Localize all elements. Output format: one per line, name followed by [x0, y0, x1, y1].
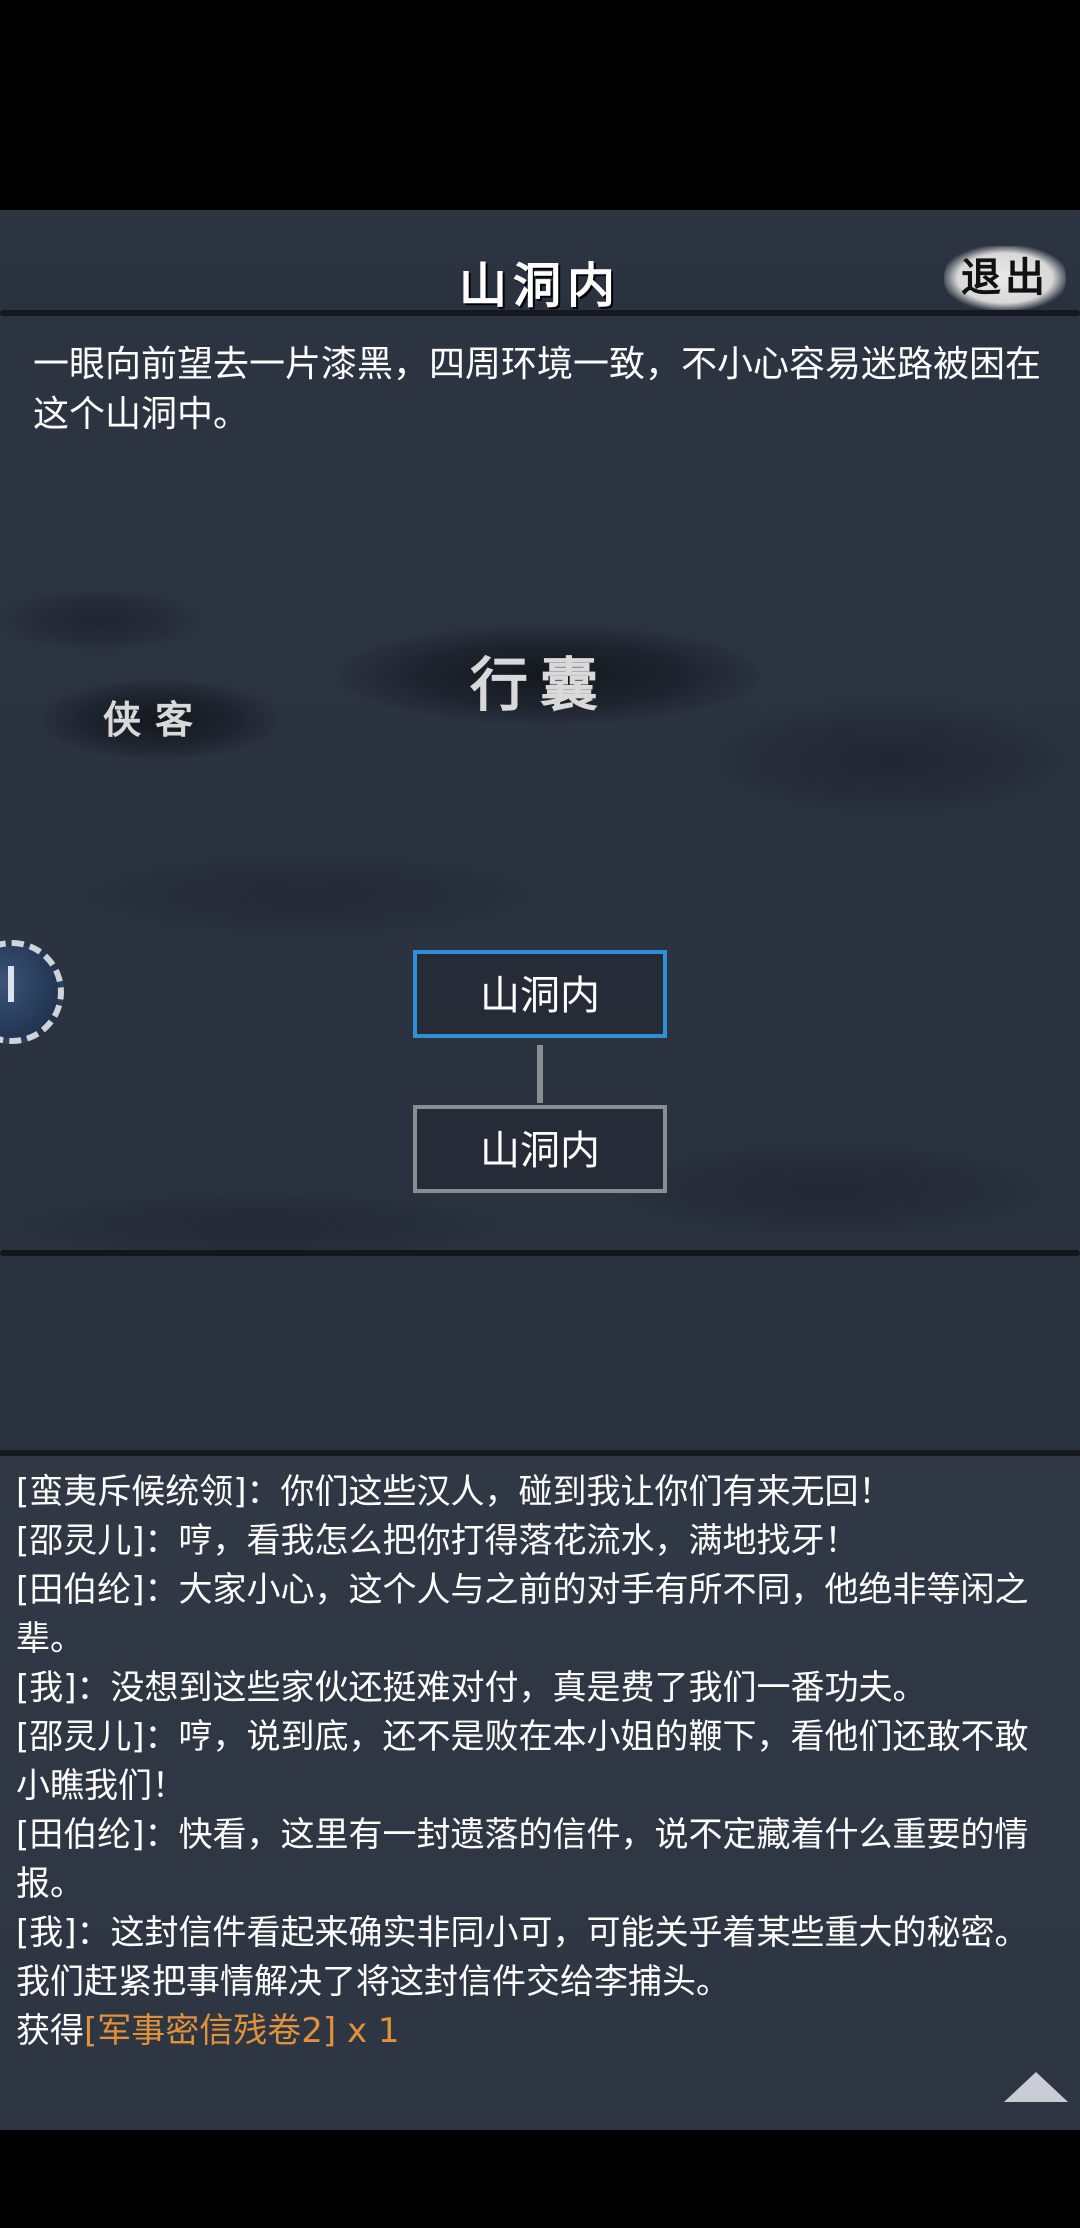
map-node-current[interactable]: 山洞内 [413, 950, 667, 1038]
dialogue-line: [蛮夷斥候统领]：你们这些汉人，碰到我让你们有来无回！ [16, 1472, 893, 1512]
reward-prefix: 获得 [16, 2011, 84, 2051]
exit-button[interactable]: 退出 [944, 246, 1066, 310]
dialogue-log[interactable]: [蛮夷斥候统领]：你们这些汉人，碰到我让你们有来无回！ [邵灵儿]：哼，看我怎么… [0, 1456, 1080, 2130]
game-area: 山洞内 退出 一眼向前望去一片漆黑，四周环境一致，不小心容易迷路被困在这个山洞中… [0, 210, 1080, 2130]
ink-cloud-decoration [0, 590, 200, 650]
bag-button[interactable]: 行囊 [400, 630, 680, 740]
title-bar: 山洞内 退出 [0, 210, 1080, 314]
scene-title: 山洞内 [458, 258, 621, 314]
reward-line: 获得[军事密信残卷2] x 1 [16, 2007, 1062, 2056]
hero-button[interactable]: 侠客 [80, 680, 230, 760]
dialogue-line: [我]：这封信件看起来确实非同小可，可能关乎着某些重大的秘密。我们赶紧把事情解决… [16, 1913, 1029, 2002]
reward-count: x 1 [336, 2011, 400, 2051]
title-divider [0, 310, 1080, 316]
top-letterbox [0, 0, 1080, 210]
empty-panel [0, 1256, 1080, 1450]
dialogue-line: [田伯纶]：大家小心，这个人与之前的对手有所不同，他绝非等闲之辈。 [16, 1570, 1029, 1659]
game-screen: 山洞内 退出 一眼向前望去一片漆黑，四周环境一致，不小心容易迷路被困在这个山洞中… [0, 0, 1080, 2228]
dialogue-line: [田伯纶]：快看，这里有一封遗落的信件，说不定藏着什么重要的情报。 [16, 1815, 1029, 1904]
bottom-letterbox [0, 2130, 1080, 2228]
dialogue-line: [我]：没想到这些家伙还挺难对付，真是费了我们一番功夫。 [16, 1668, 927, 1708]
ink-cloud-decoration [60, 850, 560, 940]
triangle-up-icon[interactable] [1004, 2072, 1068, 2102]
badge-mark [8, 966, 14, 1002]
map-node[interactable]: 山洞内 [413, 1105, 667, 1193]
ink-cloud-decoration [600, 1140, 1060, 1240]
dialogue-lines: [蛮夷斥候统领]：你们这些汉人，碰到我让你们有来无回！ [邵灵儿]：哼，看我怎么… [16, 1468, 1062, 2056]
dialogue-line: [邵灵儿]：哼，看我怎么把你打得落花流水，满地找牙！ [16, 1521, 859, 1561]
dialogue-line: [邵灵儿]：哼，说到底，还不是败在本小姐的鞭下，看他们还敢不敢小瞧我们！ [16, 1717, 1029, 1806]
scene-description: 一眼向前望去一片漆黑，四周环境一致，不小心容易迷路被困在这个山洞中。 [33, 344, 1042, 435]
map-connector [537, 1045, 543, 1103]
ink-cloud-decoration [700, 700, 1080, 820]
round-badge-icon[interactable] [0, 940, 64, 1044]
reward-item: [军事密信残卷2] [84, 2011, 337, 2051]
